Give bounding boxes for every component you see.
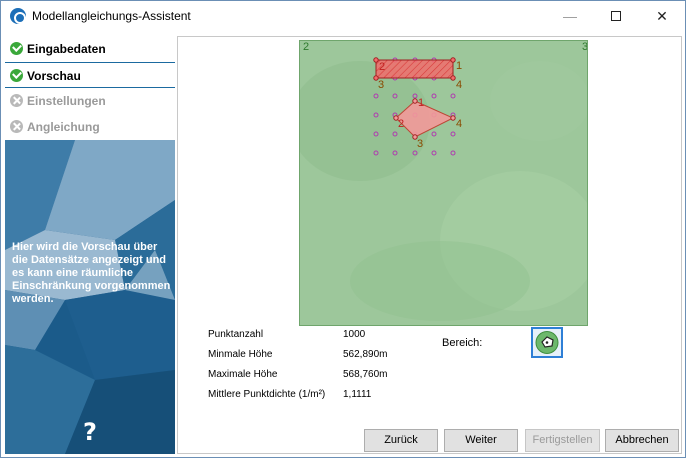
vertex-label: 4 <box>456 118 462 130</box>
wizard-sidebar: Eingabedaten Vorschau Einstellungen Angl… <box>5 36 175 454</box>
vertex-label: 2 <box>398 118 404 130</box>
map-corner-label: 2 <box>303 41 309 53</box>
step-label: Einstellungen <box>27 94 106 108</box>
step-eingabedaten[interactable]: Eingabedaten <box>5 36 175 62</box>
stat-label: Punktanzahl <box>208 329 264 340</box>
stat-value: 1,1111 <box>343 389 372 400</box>
terrain-preview-map[interactable]: 2 3 2 1 3 4 1 2 4 3 <box>299 40 588 326</box>
next-button[interactable]: Weiter <box>444 429 518 452</box>
vertex-label: 4 <box>456 79 462 91</box>
step-vorschau[interactable]: Vorschau <box>5 62 175 88</box>
window-title: Modellangleichungs-Assistent <box>32 9 191 23</box>
maximize-icon <box>611 11 621 22</box>
stat-value: 568,760m <box>343 369 388 380</box>
vertex-label: 3 <box>417 138 423 150</box>
area-select-icon <box>535 331 559 354</box>
step-label: Vorschau <box>27 69 81 83</box>
terrain-preview-canvas: 2 3 2 1 3 4 1 2 4 3 <box>300 41 588 325</box>
step-label: Eingabedaten <box>27 42 106 56</box>
vertex-label: 1 <box>418 97 424 109</box>
stat-value: 1000 <box>343 329 366 340</box>
close-button[interactable]: ✕ <box>639 1 685 32</box>
stat-label: Mittlere Punktdichte (1/m²) <box>208 389 326 400</box>
stat-label: Maximale Höhe <box>208 369 278 380</box>
app-icon <box>10 8 26 24</box>
check-icon <box>10 69 23 82</box>
finish-button: Fertigstellen <box>525 429 600 452</box>
step-einstellungen: Einstellungen <box>5 88 175 114</box>
help-icon[interactable]: ? <box>83 418 97 446</box>
disabled-icon <box>10 120 23 133</box>
back-button[interactable]: Zurück <box>364 429 438 452</box>
vertex-label: 1 <box>456 60 462 72</box>
step-list: Eingabedaten Vorschau Einstellungen Angl… <box>5 36 175 140</box>
check-icon <box>10 42 23 55</box>
wizard-window: Modellangleichungs-Assistent — ✕ Eingabe… <box>0 0 686 458</box>
area-select-button[interactable] <box>531 327 563 358</box>
preview-panel: 2 3 2 1 3 4 1 2 4 3 Punktanzahl 1000 Min… <box>177 36 682 454</box>
step-label: Angleichung <box>27 120 100 134</box>
selection-rectangle[interactable] <box>373 57 456 81</box>
minimize-button[interactable]: — <box>547 1 593 32</box>
disabled-icon <box>10 94 23 107</box>
stat-label: Minmale Höhe <box>208 349 273 360</box>
step-angleichung: Angleichung <box>5 114 175 140</box>
bereich-label: Bereich: <box>442 337 483 349</box>
vertex-label: 2 <box>379 61 385 73</box>
title-bar: Modellangleichungs-Assistent — ✕ <box>1 1 685 32</box>
map-corner-label: 3 <box>582 41 588 53</box>
maximize-button[interactable] <box>593 1 639 32</box>
cancel-button[interactable]: Abbrechen <box>605 429 679 452</box>
stat-value: 562,890m <box>343 349 388 360</box>
vertex-label: 3 <box>378 79 384 91</box>
step-description: Hier wird die Vorschau über die Datensät… <box>12 241 171 305</box>
